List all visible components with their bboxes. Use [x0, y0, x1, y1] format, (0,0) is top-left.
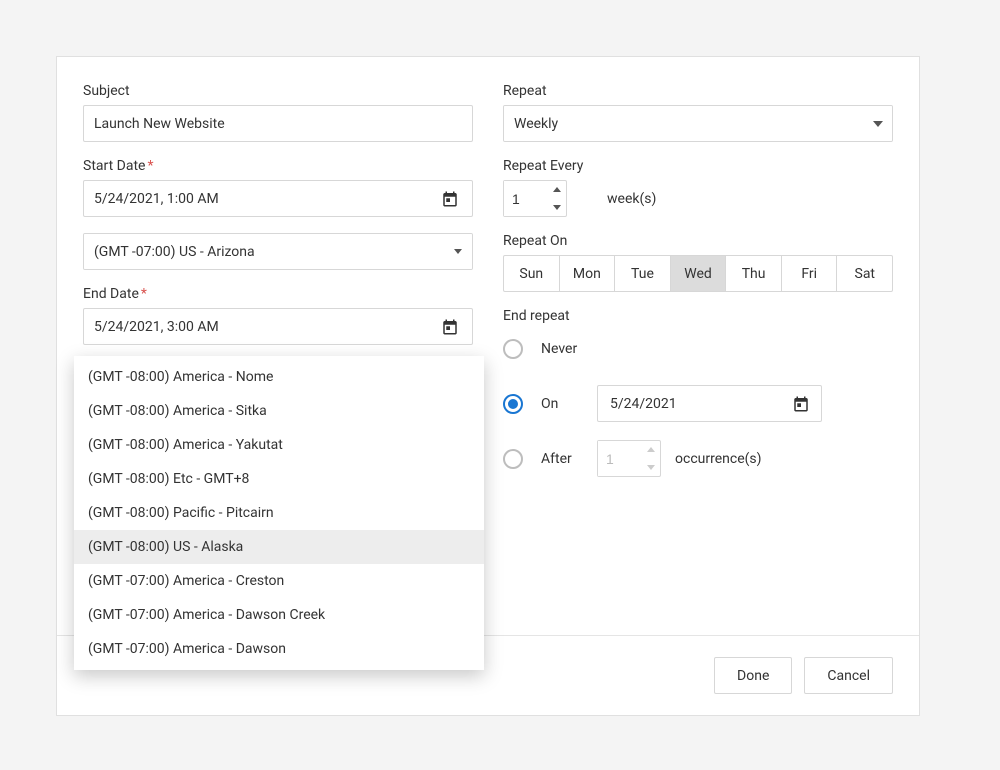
end-repeat-after-radio[interactable]	[503, 449, 523, 469]
timezone-option[interactable]: (GMT -07:00) America - Dawson	[74, 632, 484, 666]
stepper-down-icon[interactable]	[548, 199, 566, 217]
start-date-input[interactable]: 5/24/2021, 1:00 AM	[83, 180, 473, 217]
subject-label: Subject	[83, 83, 473, 99]
right-column: Repeat Weekly Repeat Every w	[503, 83, 893, 495]
timezone-option[interactable]: (GMT -08:00) Pacific - Pitcairn	[74, 496, 484, 530]
repeat-select[interactable]: Weekly	[503, 105, 893, 142]
end-repeat-on-label: On	[541, 396, 597, 412]
chevron-down-icon[interactable]	[442, 234, 472, 269]
end-repeat-after-unit: occurrence(s)	[675, 451, 762, 467]
day-fri[interactable]: Fri	[781, 255, 838, 292]
repeat-every-stepper[interactable]	[503, 180, 567, 217]
end-repeat-on-radio[interactable]	[503, 394, 523, 414]
end-repeat-never-radio[interactable]	[503, 339, 523, 359]
done-button[interactable]: Done	[714, 657, 792, 694]
cancel-button[interactable]: Cancel	[804, 657, 893, 694]
end-date-input[interactable]: 5/24/2021, 3:00 AM	[83, 308, 473, 345]
day-mon[interactable]: Mon	[559, 255, 616, 292]
day-thu[interactable]: Thu	[725, 255, 782, 292]
chevron-down-icon[interactable]	[862, 106, 892, 141]
end-repeat-label: End repeat	[503, 308, 893, 324]
subject-input[interactable]: Launch New Website	[83, 105, 473, 142]
day-of-week-toggle: Sun Mon Tue Wed Thu Fri Sat	[503, 255, 893, 292]
timezone-dropdown: (GMT -08:00) America - Nome (GMT -08:00)…	[74, 356, 484, 670]
end-date-label: End Date*	[83, 286, 473, 302]
timezone-option[interactable]: (GMT -08:00) America - Nome	[74, 360, 484, 394]
timezone-option[interactable]: (GMT -08:00) Etc - GMT+8	[74, 462, 484, 496]
timezone-option[interactable]: (GMT -08:00) America - Yakutat	[74, 428, 484, 462]
timezone-option[interactable]: (GMT -08:00) America - Sitka	[74, 394, 484, 428]
day-wed[interactable]: Wed	[670, 255, 727, 292]
start-date-label: Start Date*	[83, 158, 473, 174]
stepper-up-icon[interactable]	[548, 181, 566, 199]
day-sun[interactable]: Sun	[503, 255, 560, 292]
day-sat[interactable]: Sat	[836, 255, 893, 292]
start-timezone-select[interactable]: (GMT -07:00) US - Arizona	[83, 233, 473, 270]
stepper-down-icon[interactable]	[642, 459, 660, 477]
end-repeat-after-stepper[interactable]	[597, 440, 661, 477]
calendar-icon[interactable]	[438, 315, 462, 339]
end-repeat-after-label: After	[541, 451, 597, 467]
timezone-option[interactable]: (GMT -07:00) America - Creston	[74, 564, 484, 598]
repeat-every-label: Repeat Every	[503, 158, 893, 174]
calendar-icon[interactable]	[438, 187, 462, 211]
timezone-option[interactable]: (GMT -07:00) America - Dawson Creek	[74, 598, 484, 632]
calendar-icon[interactable]	[789, 392, 813, 416]
stepper-up-icon[interactable]	[642, 441, 660, 459]
end-repeat-on-date-input[interactable]: 5/24/2021	[597, 385, 822, 422]
repeat-on-label: Repeat On	[503, 233, 893, 249]
repeat-every-unit: week(s)	[607, 191, 656, 207]
timezone-option[interactable]: (GMT -08:00) US - Alaska	[74, 530, 484, 564]
repeat-label: Repeat	[503, 83, 893, 99]
day-tue[interactable]: Tue	[614, 255, 671, 292]
end-repeat-never-label: Never	[541, 341, 597, 357]
